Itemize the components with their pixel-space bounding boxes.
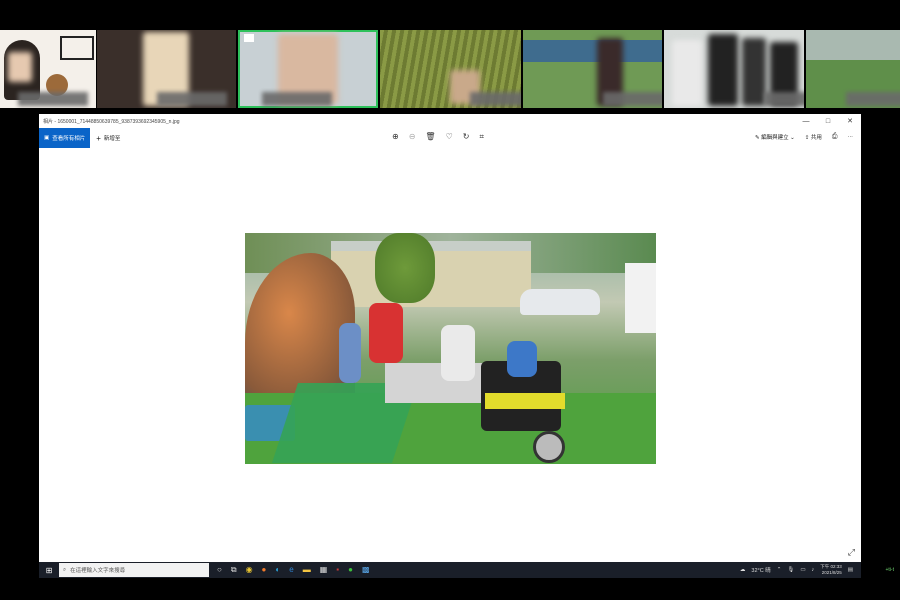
more-options-button[interactable]: ··· [848,134,854,140]
participant-tile[interactable] [523,30,662,108]
cortana-icon[interactable]: ○ [217,565,222,575]
zoom-out-icon[interactable]: ⊖ [409,132,416,142]
share-button[interactable]: ⇪ 共用 [805,133,822,141]
system-tray: ☁ 32°C 晴 ⌃ 🎙 ▭ ♪ 下午 02:33 2021/8/25 ▤ [740,564,861,576]
edit-create-button[interactable]: ✎ 編輯與建立 ⌄ [755,133,795,141]
firefox-icon[interactable]: ● [262,565,267,575]
participant-tile[interactable] [664,30,804,108]
weather-icon: ☁ [739,567,746,573]
person [441,325,475,381]
title-bar: 相片 - 1650001_71448850639785_938739369234… [39,114,861,128]
edge-icon[interactable]: ◐ [275,565,280,575]
delete-icon[interactable]: 🗑 [425,132,435,142]
edit-create-label: 編輯與建立 [761,135,789,141]
white-banner [625,263,656,333]
store-icon[interactable]: ▦ [320,565,328,575]
line-icon[interactable]: ● [348,565,353,575]
see-all-photos-label: 查看所有相片 [52,136,86,142]
camera-icon [244,34,254,42]
viewer-toolbar: ▣ 查看所有相片 + 新增至 ⊕ ⊖ 🗑 ♡ ↻ ⌗ ✎ 編輯與建立 ⌄ ⇪ 共… [39,128,861,148]
microphone-icon[interactable]: 🎙 [787,567,794,573]
taskbar: ⊞ ⌕ 在這裡輸入文字來搜尋 ○ ⧉ ◉ ● ◐ e ▬ ▦ ▪ ● ▩ ☁ 3… [39,562,861,578]
share-label: 共用 [810,135,822,141]
tree [375,233,435,303]
chrome-icon[interactable]: ◉ [246,565,253,575]
minimize-button[interactable]: — [795,118,817,125]
photo-viewer-window: 相片 - 1650001_71448850639785_938739369234… [39,114,861,562]
ie-icon[interactable]: e [289,565,293,575]
person [507,341,537,377]
volume-icon[interactable]: ♪ [812,567,815,573]
participant-tile[interactable] [806,30,900,108]
photos-app-icon[interactable]: ▩ [362,565,370,575]
clock-date: 2021/8/25 [821,570,842,575]
right-tools: ✎ 編輯與建立 ⌄ ⇪ 共用 ⎙ ··· [755,133,853,141]
person [369,303,403,363]
taskbar-search-box[interactable]: ⌕ 在這裡輸入文字來搜尋 [59,563,209,577]
participant-tile[interactable] [380,30,521,108]
edge-text: +ti-t [885,567,894,573]
network-icon[interactable]: ▭ [800,567,805,573]
app-icon[interactable]: ▪ [336,565,339,575]
maximize-button[interactable]: □ [817,118,839,125]
notifications-icon[interactable]: ▤ [848,567,853,573]
plus-icon: + [96,133,101,143]
window-title: 相片 - 1650001_71448850639785_938739369234… [43,118,180,125]
participant-strip [0,30,900,108]
parked-car [520,289,600,315]
add-to-label: 新增至 [103,136,121,142]
participant-tile-active[interactable] [238,30,378,108]
weather-text[interactable]: 32°C 晴 [751,566,770,574]
favorite-heart-icon[interactable]: ♡ [446,132,453,142]
clock[interactable]: 下午 02:33 2021/8/25 [820,564,842,576]
expand-icon[interactable]: ⤢ [848,547,855,558]
add-to-button[interactable]: + 新增至 [96,134,120,143]
displayed-photo [245,233,656,464]
windows-start-icon[interactable]: ⊞ [39,566,59,575]
wheel [533,431,565,463]
close-button[interactable]: ✕ [839,117,861,125]
rotate-icon[interactable]: ↻ [463,132,470,142]
crop-icon[interactable]: ⌗ [479,132,484,142]
see-all-photos-button[interactable]: ▣ 查看所有相片 [39,128,91,148]
photos-icon: ▣ [44,135,50,141]
task-view-icon[interactable]: ⧉ [231,565,237,575]
view-tools: ⊕ ⊖ 🗑 ♡ ↻ ⌗ [392,132,484,142]
search-placeholder: 在這裡輸入文字來搜尋 [70,568,126,574]
zoom-in-icon[interactable]: ⊕ [392,132,399,142]
participant-tile[interactable] [97,30,236,108]
file-explorer-icon[interactable]: ▬ [303,565,311,575]
chevron-up-icon[interactable]: ⌃ [777,567,782,573]
printer-icon[interactable]: ⎙ [832,133,838,141]
pinned-apps: ○ ⧉ ◉ ● ◐ e ▬ ▦ ▪ ● ▩ [217,565,370,575]
participant-tile[interactable] [0,30,96,108]
search-icon: ⌕ [63,566,67,573]
person [339,323,361,383]
